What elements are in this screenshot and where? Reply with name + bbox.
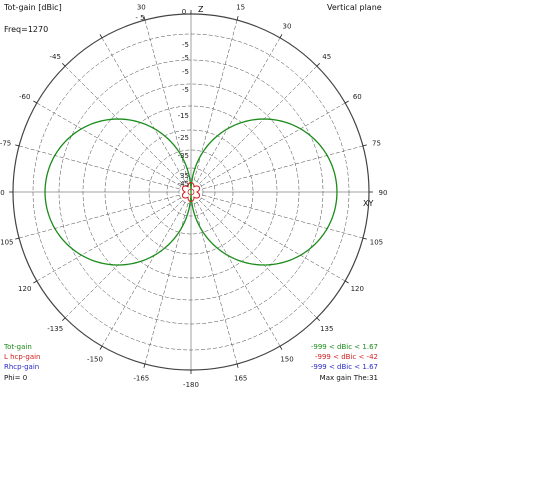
angle-label: 45	[322, 53, 331, 61]
grid-spoke	[199, 65, 318, 184]
angle-label: -180	[183, 381, 199, 389]
grid-tick	[143, 363, 146, 368]
legend-max-gain: Max gain The:31	[320, 374, 378, 382]
grid-spoke	[19, 194, 180, 239]
angle-label: -75	[0, 139, 11, 147]
legend-rhcp-gain: Rhcp-gain	[4, 363, 39, 371]
angle-label: 165	[234, 374, 247, 382]
plot-title: Tot-gain [dBic]	[3, 3, 62, 12]
ring-label: -5	[182, 54, 189, 62]
grid-tick	[62, 317, 66, 321]
grid-tick	[316, 63, 320, 67]
ring-label: -35	[178, 152, 189, 160]
grid-spoke	[64, 65, 183, 184]
z-axis-label: Z	[198, 5, 204, 14]
angle-label: -45	[50, 53, 61, 61]
grid-tick	[279, 34, 283, 39]
angle-label: -90	[0, 189, 5, 197]
grid-spoke	[64, 200, 183, 319]
angle-label: -135	[47, 325, 63, 333]
angle-label: 75	[372, 139, 381, 147]
grid-tick	[15, 144, 20, 147]
grid-tick	[362, 237, 367, 240]
grid-spoke	[196, 202, 281, 347]
legend-total-range: -999 < dBic < 1.67	[311, 343, 378, 351]
grid-tick	[99, 34, 103, 39]
grid-tick	[99, 345, 103, 350]
grid-spoke	[36, 197, 181, 282]
grid-spoke	[19, 145, 180, 190]
legend-phi: Phi= 0	[4, 374, 27, 382]
angle-label: -60	[19, 93, 30, 101]
angle-label: 120	[351, 285, 364, 293]
angle-label: 150	[280, 355, 293, 363]
ring-label: -25	[178, 134, 189, 142]
grid-tick	[344, 280, 349, 284]
legend-lhcp-gain: L hcp-gain	[4, 353, 41, 361]
grid-spoke	[202, 145, 363, 190]
grid-spoke	[196, 37, 281, 182]
grid-spoke	[202, 194, 363, 239]
grid-tick	[33, 280, 38, 284]
frequency-label: Freq=1270	[4, 25, 48, 34]
angle-label: 15	[236, 4, 245, 12]
grid-spoke	[101, 37, 186, 182]
grid-tick	[15, 237, 20, 240]
angle-label: 60	[353, 93, 362, 101]
legend-lhcp-range: -999 < dBic < -42	[315, 353, 378, 361]
legend-total-gain: Tot-gain	[3, 343, 32, 351]
grid-tick	[362, 144, 367, 147]
angle-label: -150	[87, 355, 103, 363]
ring-label: -15	[178, 112, 189, 120]
angle-label: 30	[283, 23, 292, 31]
angle-label: -105	[0, 239, 13, 247]
grid-tick	[236, 16, 239, 21]
grid-spoke	[201, 197, 346, 282]
grid-tick	[316, 317, 320, 321]
angle-labels: 30-45-60-75-90-105120-135-150-165-180165…	[0, 4, 387, 389]
grid-tick	[279, 345, 283, 350]
plane-label: Vertical plane	[327, 3, 382, 12]
grid-spoke	[36, 102, 181, 187]
angle-label: 90	[379, 189, 388, 197]
grid-spoke	[101, 202, 186, 347]
grid-spoke	[201, 102, 346, 187]
angle-label: -165	[133, 374, 149, 382]
ring-label: -5	[182, 86, 189, 94]
grid-spoke	[199, 200, 318, 319]
angle-label: 30	[137, 4, 146, 12]
angle-label: - 5	[135, 14, 144, 22]
grid-tick	[236, 363, 239, 368]
grid-tick	[344, 100, 349, 104]
angle-label: 135	[320, 325, 333, 333]
angle-label: 105	[370, 239, 383, 247]
ring-label: -45	[178, 180, 189, 188]
xy-axis-label: XY	[363, 199, 373, 208]
ring-label: -5	[182, 68, 189, 76]
angle-label: 120	[18, 285, 31, 293]
legend-rhcp-range: -999 < dBic < 1.67	[311, 363, 378, 371]
grid-tick	[33, 100, 38, 104]
polar-plot: 30-45-60-75-90-105120-135-150-165-180165…	[0, 3, 387, 389]
grid-tick	[62, 63, 66, 67]
angle-label: 0	[182, 8, 186, 16]
ring-label: -5	[182, 41, 189, 49]
ring-label: 35	[180, 172, 189, 180]
